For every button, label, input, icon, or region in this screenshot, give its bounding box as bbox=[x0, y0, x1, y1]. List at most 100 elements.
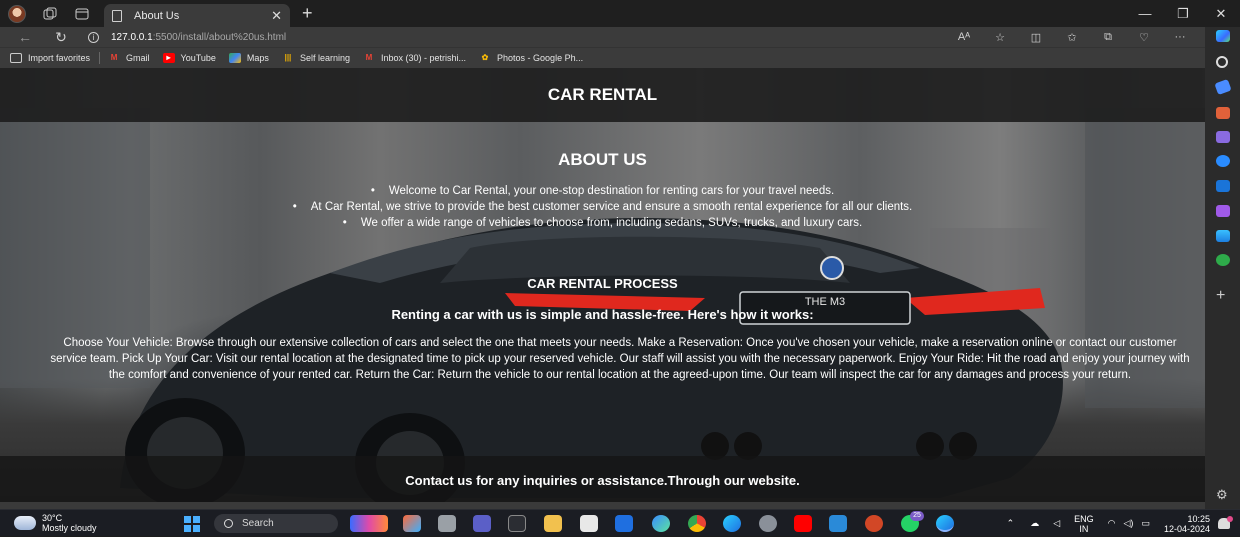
language-indicator[interactable]: ENG IN bbox=[1074, 514, 1094, 534]
file-explorer-icon[interactable] bbox=[544, 515, 562, 532]
wifi-icon[interactable]: ◠ bbox=[1108, 518, 1116, 529]
browser-tab-bar: About Us ✕ + — ❐ ✕ bbox=[0, 0, 1240, 27]
site-info-icon[interactable]: i bbox=[88, 31, 99, 43]
weather-widget[interactable]: 30°C Mostly cloudy bbox=[14, 513, 97, 533]
favorites-icon[interactable]: ✩ bbox=[1054, 31, 1090, 44]
more-options-icon[interactable]: ··· bbox=[1162, 31, 1198, 43]
about-us-list: Welcome to Car Rental, your one-stop des… bbox=[0, 183, 1205, 231]
games-icon[interactable] bbox=[1216, 254, 1230, 266]
copilot-app-icon[interactable] bbox=[403, 515, 421, 532]
microsoft-365-icon[interactable] bbox=[1216, 155, 1230, 167]
bookmark-self-learning[interactable]: ||| Self learning bbox=[282, 53, 350, 63]
url-host: 127.0.0.1 bbox=[111, 31, 153, 43]
split-screen-icon[interactable]: ◫ bbox=[1018, 31, 1054, 44]
microsoft-store-icon[interactable] bbox=[580, 515, 598, 532]
tab-about-us[interactable]: About Us ✕ bbox=[104, 4, 290, 27]
search-icon bbox=[224, 519, 233, 528]
sidebar-settings-icon[interactable]: ⚙ bbox=[1216, 488, 1230, 501]
chart-bars-icon: ||| bbox=[284, 53, 292, 62]
outlook-icon[interactable] bbox=[1216, 180, 1230, 192]
vscode-icon[interactable] bbox=[829, 515, 847, 532]
windows-start-icon[interactable] bbox=[184, 516, 200, 532]
browser-essentials-icon[interactable]: ♡ bbox=[1126, 31, 1162, 44]
url-field[interactable]: i 127.0.0.1:5500/install/about%20us.html bbox=[88, 28, 946, 46]
contact-text: Contact us for any inquiries or assistan… bbox=[405, 473, 800, 488]
settings-icon[interactable] bbox=[759, 515, 777, 532]
volume-icon[interactable]: ◁) bbox=[1124, 518, 1134, 529]
close-tab-icon[interactable]: ✕ bbox=[271, 8, 282, 24]
pen-icon[interactable]: ◁ bbox=[1053, 518, 1060, 529]
copilot-icon[interactable] bbox=[1216, 30, 1230, 42]
edge-active-icon[interactable] bbox=[936, 515, 954, 532]
url-path: :5500/install/about%20us.html bbox=[152, 31, 287, 43]
maps-icon bbox=[228, 53, 241, 63]
tab-actions-icon[interactable] bbox=[74, 6, 90, 22]
gmail-icon: M bbox=[365, 53, 373, 62]
favorite-star-icon[interactable]: ☆ bbox=[982, 31, 1018, 44]
restore-icon[interactable]: ❐ bbox=[1164, 0, 1202, 27]
collections-icon[interactable]: ⧉ bbox=[1090, 31, 1126, 44]
weather-condition: Mostly cloudy bbox=[42, 523, 97, 533]
bookmark-google-photos[interactable]: ✿ Photos - Google Ph... bbox=[479, 53, 583, 63]
minimize-icon[interactable]: — bbox=[1126, 0, 1164, 27]
bookmark-label: Import favorites bbox=[28, 53, 91, 63]
tab-title: About Us bbox=[134, 9, 180, 22]
clock[interactable]: 10:25 12-04-2024 bbox=[1164, 514, 1210, 534]
language-code: ENG bbox=[1074, 513, 1094, 524]
profile-avatar-icon[interactable] bbox=[8, 4, 26, 23]
teams-icon[interactable] bbox=[473, 515, 491, 532]
drop-icon[interactable] bbox=[1216, 230, 1230, 242]
rental-process-heading: CAR RENTAL PROCESS bbox=[527, 276, 678, 291]
widgets-banner-icon[interactable] bbox=[350, 515, 388, 532]
page-icon bbox=[112, 9, 122, 22]
shopping-tag-icon[interactable] bbox=[1214, 78, 1232, 96]
chevron-up-icon[interactable]: ⌃ bbox=[1007, 518, 1015, 529]
youtube-icon: ▸ bbox=[162, 53, 175, 63]
weather-temperature: 30°C bbox=[42, 513, 63, 523]
terminal-icon[interactable] bbox=[508, 515, 526, 532]
onedrive-cloud-icon[interactable]: ☁ bbox=[1030, 518, 1039, 529]
taskbar-search[interactable]: Search bbox=[214, 514, 338, 533]
bookmark-label: Photos - Google Ph... bbox=[497, 53, 584, 63]
bookmark-gmail[interactable]: M Gmail bbox=[108, 53, 150, 63]
import-icon bbox=[10, 53, 22, 63]
system-tray: ⌃ ☁ ◁ ENG IN ◠ ◁) ▭ 10:25 12-04-2024 bbox=[1007, 510, 1240, 537]
list-item: We offer a wide range of vehicles to cho… bbox=[0, 215, 1205, 231]
bookmark-import-favorites[interactable]: Import favorites bbox=[10, 53, 90, 63]
refresh-icon[interactable]: ↻ bbox=[50, 29, 72, 46]
search-icon[interactable] bbox=[1216, 56, 1228, 68]
edge-dev-icon[interactable] bbox=[652, 515, 670, 532]
youtube-app-icon[interactable] bbox=[794, 515, 812, 532]
bookmark-youtube[interactable]: ▸ YouTube bbox=[162, 53, 216, 63]
notification-bell-icon[interactable] bbox=[1218, 516, 1233, 529]
bookmark-label: Maps bbox=[246, 53, 269, 63]
people-icon[interactable] bbox=[1216, 131, 1230, 143]
whatsapp-badge: 25 bbox=[910, 511, 924, 521]
gmail-icon: M bbox=[110, 53, 118, 62]
tools-icon[interactable] bbox=[1216, 107, 1230, 119]
battery-icon[interactable]: ▭ bbox=[1141, 518, 1150, 529]
chrome-icon[interactable] bbox=[688, 515, 706, 532]
edge-sidebar: + ⚙ bbox=[1205, 27, 1240, 509]
mysql-workbench-icon[interactable] bbox=[615, 515, 633, 532]
bookmark-label: Gmail bbox=[126, 53, 150, 63]
task-view-icon[interactable] bbox=[438, 515, 456, 532]
address-bar-row: ← ↻ i 127.0.0.1:5500/install/about%20us.… bbox=[0, 27, 1240, 47]
bookmark-label: Self learning bbox=[299, 53, 350, 63]
bookmark-inbox[interactable]: M Inbox (30) - petrishi... bbox=[363, 53, 466, 63]
read-aloud-icon[interactable]: Aᴬ bbox=[946, 31, 982, 43]
site-header: CAR RENTAL bbox=[0, 68, 1205, 122]
close-window-icon[interactable]: ✕ bbox=[1202, 0, 1240, 27]
powerpoint-icon[interactable] bbox=[865, 515, 883, 532]
new-tab-icon[interactable]: + bbox=[302, 3, 313, 24]
bookmark-maps[interactable]: Maps bbox=[228, 53, 269, 63]
rental-process-description: Choose Your Vehicle: Browse through our … bbox=[50, 337, 1190, 381]
back-icon[interactable]: ← bbox=[14, 29, 36, 45]
workspaces-icon[interactable] bbox=[42, 6, 58, 22]
site-title: CAR RENTAL bbox=[547, 85, 658, 104]
clock-time: 10:25 bbox=[1187, 513, 1210, 524]
edge-icon[interactable] bbox=[723, 515, 741, 532]
designer-icon[interactable] bbox=[1216, 205, 1230, 217]
add-sidebar-app-icon[interactable]: + bbox=[1216, 288, 1230, 304]
search-label: Search bbox=[242, 518, 274, 529]
